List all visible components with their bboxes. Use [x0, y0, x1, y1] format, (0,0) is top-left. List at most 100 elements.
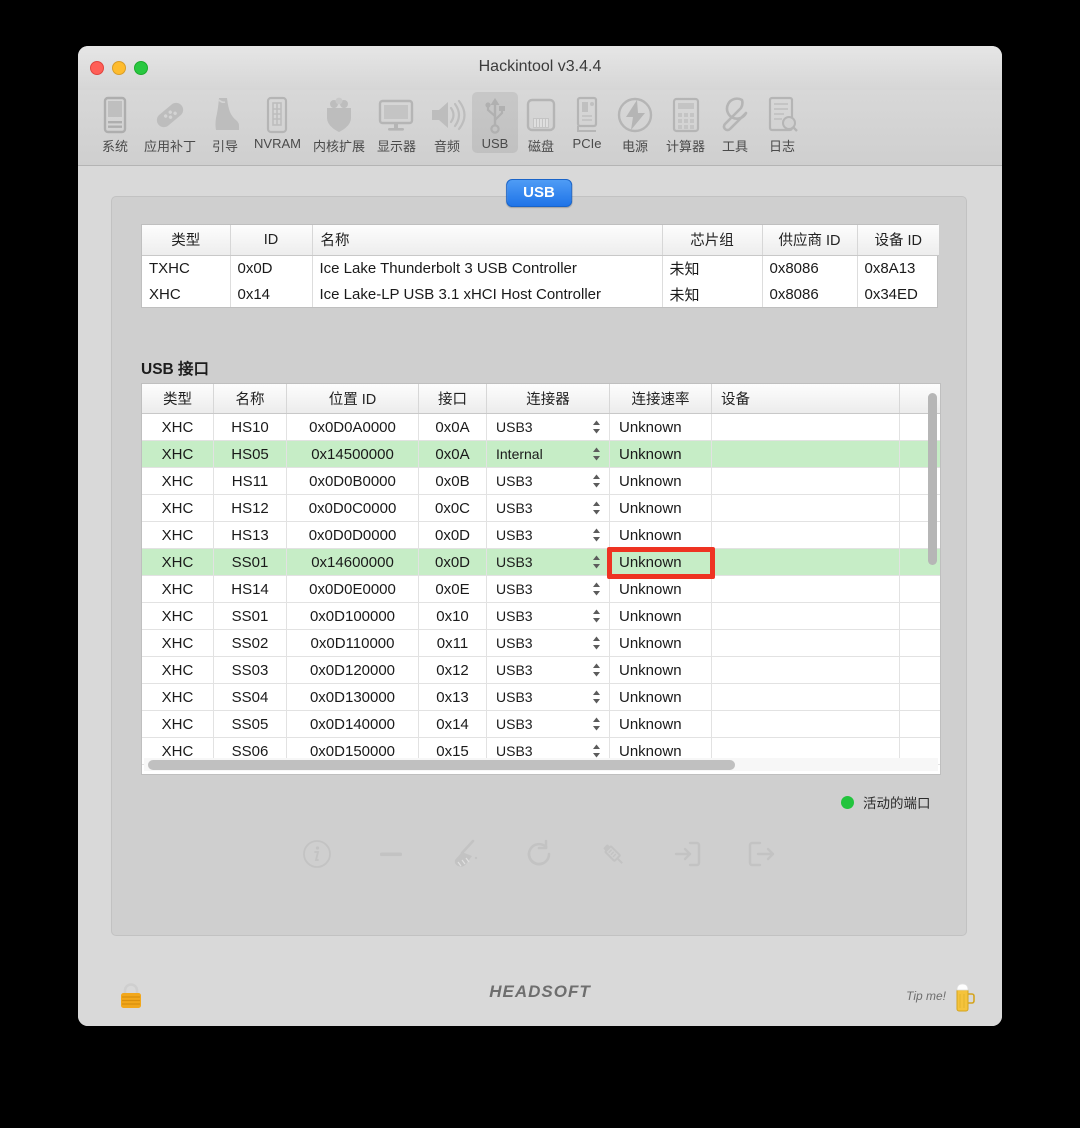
connector-value: USB3 — [496, 743, 533, 759]
stepper-icon[interactable] — [591, 419, 602, 435]
table-row[interactable]: XHC HS10 0x0D0A0000 0x0A USB3 Unknown — [142, 414, 940, 441]
cell-location-id: 0x14600000 — [287, 549, 419, 575]
toolbar-item-system[interactable]: 系统 — [92, 92, 138, 157]
cell-type: XHC — [142, 711, 214, 737]
clean-button[interactable] — [448, 837, 482, 871]
toolbar-item-pcie[interactable]: PCIe — [564, 92, 610, 153]
stepper-icon[interactable] — [591, 608, 602, 624]
col-header-speed[interactable]: 连接速率 — [610, 384, 712, 413]
toolbar-item-power[interactable]: 电源 — [610, 92, 660, 157]
cell-name: HS14 — [214, 576, 287, 602]
cell-speed: Unknown — [610, 711, 712, 737]
col-header-device[interactable]: 设备 — [712, 384, 900, 413]
stepper-icon[interactable] — [591, 473, 602, 489]
toolbar-label: 计算器 — [666, 139, 706, 154]
cell-speed: Unknown — [610, 657, 712, 683]
connector-select[interactable]: USB3 — [487, 576, 610, 602]
cell-name: SS05 — [214, 711, 287, 737]
cell-speed: Unknown — [610, 576, 712, 602]
connector-select[interactable]: USB3 — [487, 549, 610, 575]
connector-select[interactable]: USB3 — [487, 630, 610, 656]
connector-select[interactable]: USB3 — [487, 711, 610, 737]
connector-select[interactable]: USB3 — [487, 603, 610, 629]
cell-port: 0x0A — [419, 441, 487, 467]
tip-me-button[interactable]: Tip me! — [906, 980, 976, 1012]
toolbar-item-log[interactable]: 日志 — [759, 92, 805, 157]
toolbar-item-boot[interactable]: 引导 — [202, 92, 248, 157]
cell-port: 0x0B — [419, 468, 487, 494]
cell-location-id: 0x0D0D0000 — [287, 522, 419, 548]
toolbar-item-display[interactable]: 显示器 — [371, 92, 422, 157]
table-row[interactable]: XHC SS03 0x0D120000 0x12 USB3 Unknown — [142, 657, 940, 684]
toolbar-item-usb[interactable]: USB — [472, 92, 518, 153]
stepper-icon[interactable] — [591, 716, 602, 732]
table-row[interactable]: XHC SS02 0x0D110000 0x11 USB3 Unknown — [142, 630, 940, 657]
refresh-button[interactable] — [522, 837, 556, 871]
vertical-scrollbar-thumb[interactable] — [928, 393, 937, 565]
table-row[interactable]: XHC SS01 0x14600000 0x0D USB3 Unknown — [142, 549, 940, 576]
stepper-icon[interactable] — [591, 500, 602, 516]
stepper-icon[interactable] — [591, 635, 602, 651]
inject-button[interactable] — [596, 837, 630, 871]
toolbar-item-nvram[interactable]: NVRAM — [248, 92, 307, 153]
connector-select[interactable]: USB3 — [487, 522, 610, 548]
col-header-location-id[interactable]: 位置 ID — [287, 384, 419, 413]
cell-type: XHC — [142, 657, 214, 683]
connector-select[interactable]: USB3 — [487, 468, 610, 494]
toolbar-label: 工具 — [722, 139, 749, 154]
cell-device — [712, 603, 900, 629]
toolbar-label: NVRAM — [254, 136, 301, 151]
cell-speed: Unknown — [610, 441, 712, 467]
table-row[interactable]: XHC HS13 0x0D0D0000 0x0D USB3 Unknown — [142, 522, 940, 549]
cell-device — [712, 549, 900, 575]
remove-button[interactable] — [374, 837, 408, 871]
table-row[interactable]: XHC SS04 0x0D130000 0x13 USB3 Unknown — [142, 684, 940, 711]
cell-type: XHC — [142, 630, 214, 656]
connector-select[interactable]: USB3 — [487, 495, 610, 521]
horizontal-scrollbar-thumb[interactable] — [148, 760, 735, 770]
info-button[interactable] — [300, 837, 334, 871]
toolbar-item-disk[interactable]: 磁盘 — [518, 92, 564, 157]
table-row[interactable]: XHC HS05 0x14500000 0x0A Internal Unknown — [142, 441, 940, 468]
cell-device — [712, 441, 900, 467]
cell-port: 0x14 — [419, 711, 487, 737]
table-row[interactable]: XHC HS12 0x0D0C0000 0x0C USB3 Unknown — [142, 495, 940, 522]
connector-select[interactable]: USB3 — [487, 684, 610, 710]
connector-value: USB3 — [496, 419, 533, 435]
cell-location-id: 0x0D140000 — [287, 711, 419, 737]
toolbar-item-tools[interactable]: 工具 — [711, 92, 759, 157]
window-title: Hackintool v3.4.4 — [478, 58, 602, 75]
cell-device — [712, 684, 900, 710]
stepper-icon[interactable] — [591, 743, 602, 759]
export-button[interactable] — [744, 837, 778, 871]
cell-name: HS12 — [214, 495, 287, 521]
import-button[interactable] — [670, 837, 704, 871]
table-row[interactable]: XHC SS01 0x0D100000 0x10 USB3 Unknown — [142, 603, 940, 630]
connector-select[interactable]: USB3 — [487, 657, 610, 683]
table-row[interactable]: XHC SS05 0x0D140000 0x14 USB3 Unknown — [142, 711, 940, 738]
stepper-icon[interactable] — [591, 689, 602, 705]
connector-select[interactable]: Internal — [487, 441, 610, 467]
cell-type: XHC — [142, 576, 214, 602]
table-row[interactable]: XHC HS14 0x0D0E0000 0x0E USB3 Unknown — [142, 576, 940, 603]
horizontal-scrollbar[interactable] — [144, 758, 938, 771]
cell-name: SS03 — [214, 657, 287, 683]
stepper-icon[interactable] — [591, 527, 602, 543]
col-header-connector[interactable]: 连接器 — [487, 384, 610, 413]
col-header-name[interactable]: 名称 — [214, 384, 287, 413]
content-area: USB 类型 ID 名称 芯片组 供应商 ID 设备 ID TXHC 0x0D … — [78, 166, 1002, 1026]
stepper-icon[interactable] — [591, 446, 602, 462]
table-row[interactable]: XHC HS11 0x0D0B0000 0x0B USB3 Unknown — [142, 468, 940, 495]
col-header-type[interactable]: 类型 — [142, 384, 214, 413]
toolbar-label: 日志 — [769, 139, 796, 154]
toolbar-item-calculator[interactable]: 计算器 — [660, 92, 711, 157]
toolbar-item-patch[interactable]: 应用补丁 — [138, 92, 202, 157]
toolbar-item-audio[interactable]: 音频 — [422, 92, 472, 157]
connector-value: USB3 — [496, 527, 533, 543]
stepper-icon[interactable] — [591, 581, 602, 597]
stepper-icon[interactable] — [591, 554, 602, 570]
col-header-port[interactable]: 接口 — [419, 384, 487, 413]
toolbar-item-kext[interactable]: 内核扩展 — [307, 92, 371, 157]
connector-select[interactable]: USB3 — [487, 414, 610, 440]
stepper-icon[interactable] — [591, 662, 602, 678]
